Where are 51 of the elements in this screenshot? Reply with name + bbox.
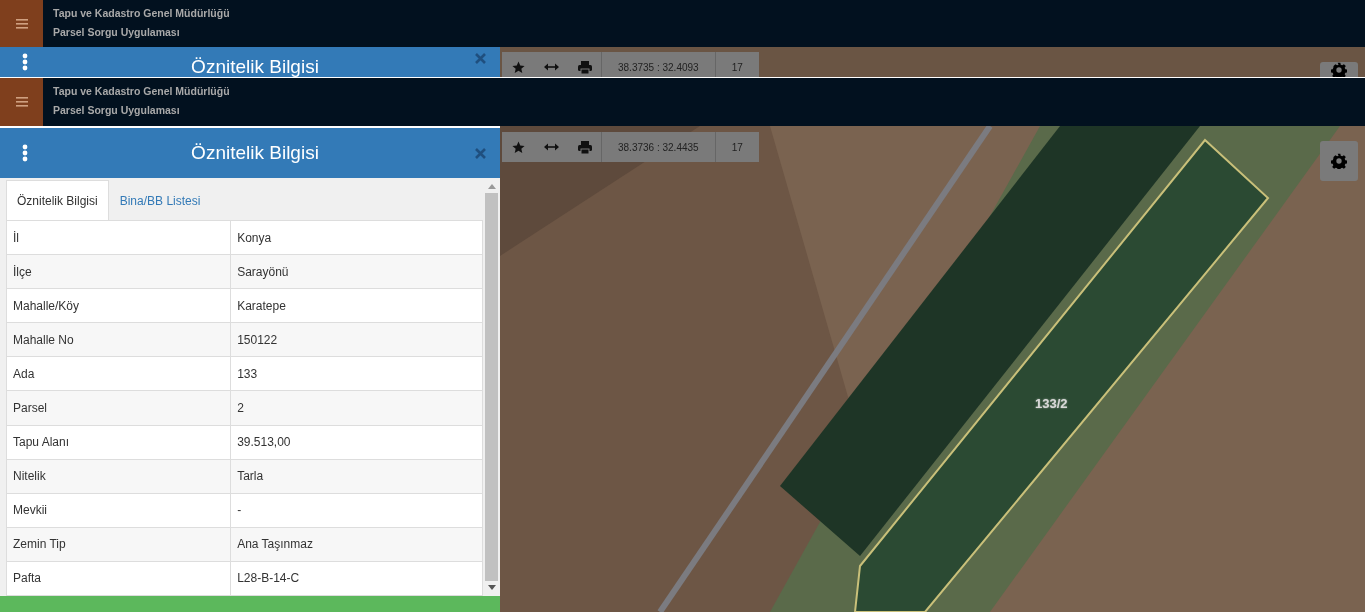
app-title: Tapu ve Kadastro Genel Müdürlüğü [53, 6, 230, 21]
menu-icon [15, 97, 28, 107]
table-cell: Nitelik [6, 459, 231, 494]
table-cell: Mahalle/Köy [6, 288, 231, 323]
printer-icon [577, 140, 592, 154]
double-arrow-icon [544, 63, 559, 71]
kebab-icon [22, 53, 28, 71]
tab[interactable]: Bina/BB Listesi [108, 180, 212, 220]
close-icon [474, 53, 486, 64]
app-subtitle: Parsel Sorgu Uygulaması [53, 103, 181, 118]
table-cell: İlçe [6, 254, 231, 289]
table-cell: Sarayönü [230, 254, 483, 289]
scroll-up-icon[interactable] [487, 184, 496, 189]
menu-icon [15, 18, 28, 29]
settings-button[interactable] [1320, 62, 1358, 77]
settings-icon [1331, 61, 1347, 77]
star-icon [512, 60, 525, 74]
table-cell: Tapu Alanı [6, 425, 231, 460]
table-cell: Tarla [230, 459, 483, 494]
panel-title: Öznitelik Bilgisi [190, 140, 320, 165]
close-icon [474, 147, 486, 159]
parcel-label: 133/2 [1035, 395, 1068, 413]
table-cell: Karatepe [230, 288, 483, 323]
tab[interactable]: Öznitelik Bilgisi [6, 180, 109, 220]
table-cell: Ana Taşınmaz [230, 527, 483, 562]
kebab-icon [22, 144, 28, 162]
star-icon [512, 140, 525, 154]
settings-icon [1331, 153, 1347, 169]
table-cell: Mahalle No [6, 322, 231, 357]
table-cell: Konya [230, 220, 483, 255]
scroll-down-icon[interactable] [487, 585, 496, 590]
table-cell: Pafta [6, 561, 231, 596]
printer-icon [577, 60, 592, 74]
table-cell: 133 [230, 356, 483, 391]
zoom-level-text: 17 [714, 132, 759, 162]
coordinates-text: 38.3736 : 32.4435 [601, 132, 715, 162]
table-cell: Parsel [6, 390, 231, 426]
table-cell: Ada [6, 356, 231, 391]
app-title: Tapu ve Kadastro Genel Müdürlüğü [53, 84, 230, 99]
table-cell: 150122 [230, 322, 483, 357]
table-cell: İl [6, 220, 231, 255]
table-cell: 39.513,00 [230, 425, 483, 460]
table-cell: Mevkii [6, 493, 231, 528]
table-cell: L28-B-14-C [230, 561, 483, 596]
double-arrow-icon [544, 143, 559, 151]
app-subtitle: Parsel Sorgu Uygulaması [53, 25, 181, 40]
settings-button[interactable] [1320, 141, 1358, 181]
table-cell: - [230, 493, 483, 528]
panel-title: Öznitelik Bilgisi [190, 55, 320, 77]
table-cell: 2 [230, 390, 483, 426]
table-cell: Zemin Tip [6, 527, 231, 562]
